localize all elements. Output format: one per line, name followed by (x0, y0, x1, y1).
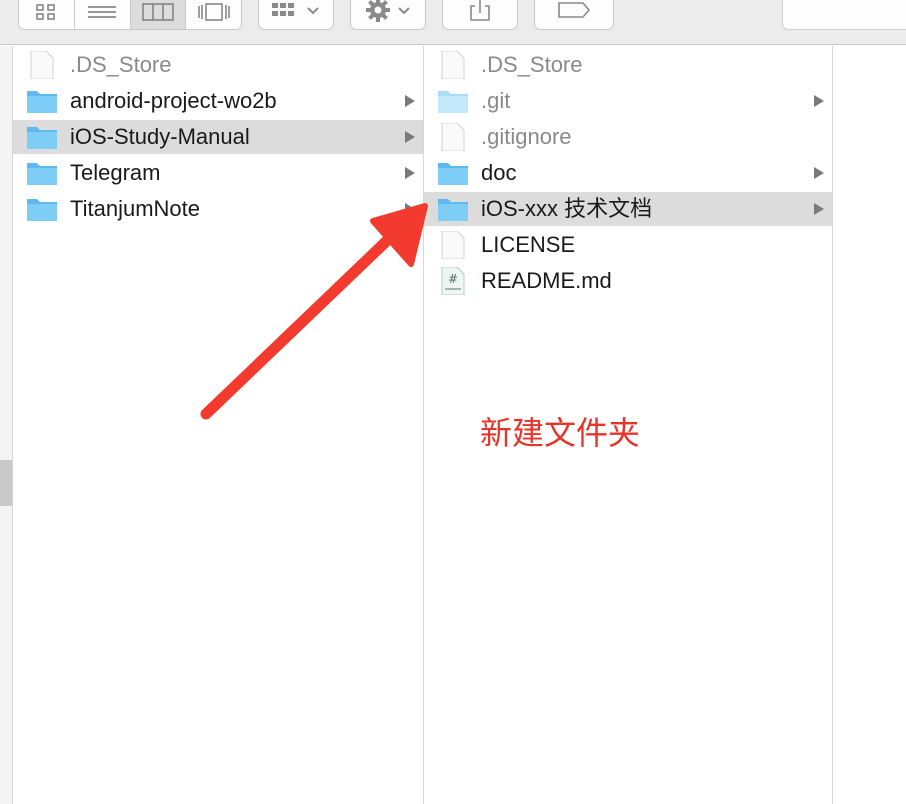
list-item[interactable]: TitanjumNote (13, 192, 423, 226)
document-icon (437, 230, 469, 260)
list-item-label: TitanjumNote (70, 196, 201, 221)
folder-icon (26, 87, 58, 115)
list-item-label: iOS-Study-Manual (70, 124, 250, 149)
list-item-label: .DS_Store (481, 52, 583, 77)
svg-text:#: # (448, 272, 458, 286)
finder-column-parent: .DS_Store android-project-wo2b iOS-Study… (13, 46, 424, 804)
finder-toolbar (0, 0, 906, 45)
chevron-down-icon (397, 3, 411, 21)
list-item[interactable]: LICENSE (424, 228, 832, 262)
list-item-label: LICENSE (481, 232, 576, 257)
grid-arrange-icon (272, 2, 302, 22)
search-field[interactable] (782, 0, 906, 30)
disclosure-arrow-icon (405, 167, 415, 179)
disclosure-arrow-icon (814, 167, 824, 179)
list-item-label: README.md (481, 268, 612, 293)
list-item[interactable]: Telegram (13, 156, 423, 190)
folder-icon (437, 159, 469, 187)
column-view-icon[interactable] (130, 0, 187, 29)
disclosure-arrow-icon (405, 95, 415, 107)
list-item-label: .DS_Store (70, 52, 172, 77)
chevron-down-icon (306, 3, 320, 21)
list-item[interactable]: .git (424, 84, 832, 118)
folder-icon (437, 195, 469, 223)
list-item-label: iOS-xxx 技术文档 (481, 196, 653, 221)
list-item-selected[interactable]: iOS-Study-Manual (13, 120, 423, 154)
share-icon (468, 0, 492, 26)
tag-icon (557, 1, 591, 24)
disclosure-arrow-icon (405, 131, 415, 143)
list-item[interactable]: doc (424, 156, 832, 190)
icon-view-icon[interactable] (19, 0, 75, 29)
annotation-label: 新建文件夹 (480, 414, 641, 452)
folder-icon (26, 195, 58, 223)
finder-column-empty (833, 46, 906, 804)
share-button[interactable] (442, 0, 518, 30)
list-item-selected[interactable]: iOS-xxx 技术文档 (424, 192, 832, 226)
list-item-label: .gitignore (481, 124, 572, 149)
disclosure-arrow-icon (814, 203, 824, 215)
view-mode-segmented-control[interactable] (18, 0, 242, 30)
disclosure-arrow-icon (814, 95, 824, 107)
list-item[interactable]: # README.md (424, 264, 832, 298)
scrollbar-thumb[interactable] (0, 460, 12, 506)
list-item-label: Telegram (70, 160, 161, 185)
document-icon (26, 50, 58, 80)
folder-icon (26, 159, 58, 187)
document-icon (437, 122, 469, 152)
action-gear-button[interactable] (350, 0, 426, 30)
list-item-label: doc (481, 160, 517, 185)
list-view-icon[interactable] (74, 0, 131, 29)
list-item[interactable]: .DS_Store (13, 48, 423, 82)
folder-icon (437, 87, 469, 115)
arrange-button[interactable] (258, 0, 334, 30)
list-item[interactable]: .gitignore (424, 120, 832, 154)
folder-icon (26, 123, 58, 151)
document-icon (437, 50, 469, 80)
list-item-label: android-project-wo2b (70, 88, 277, 113)
list-item-label: .git (481, 88, 511, 113)
markdown-file-icon: # (437, 266, 469, 296)
list-item[interactable]: android-project-wo2b (13, 84, 423, 118)
list-item[interactable]: .DS_Store (424, 48, 832, 82)
previous-column-edge[interactable] (0, 46, 13, 804)
cover-flow-icon[interactable] (186, 0, 241, 29)
gear-icon (365, 0, 391, 28)
disclosure-arrow-icon (405, 203, 415, 215)
tag-button[interactable] (534, 0, 614, 30)
